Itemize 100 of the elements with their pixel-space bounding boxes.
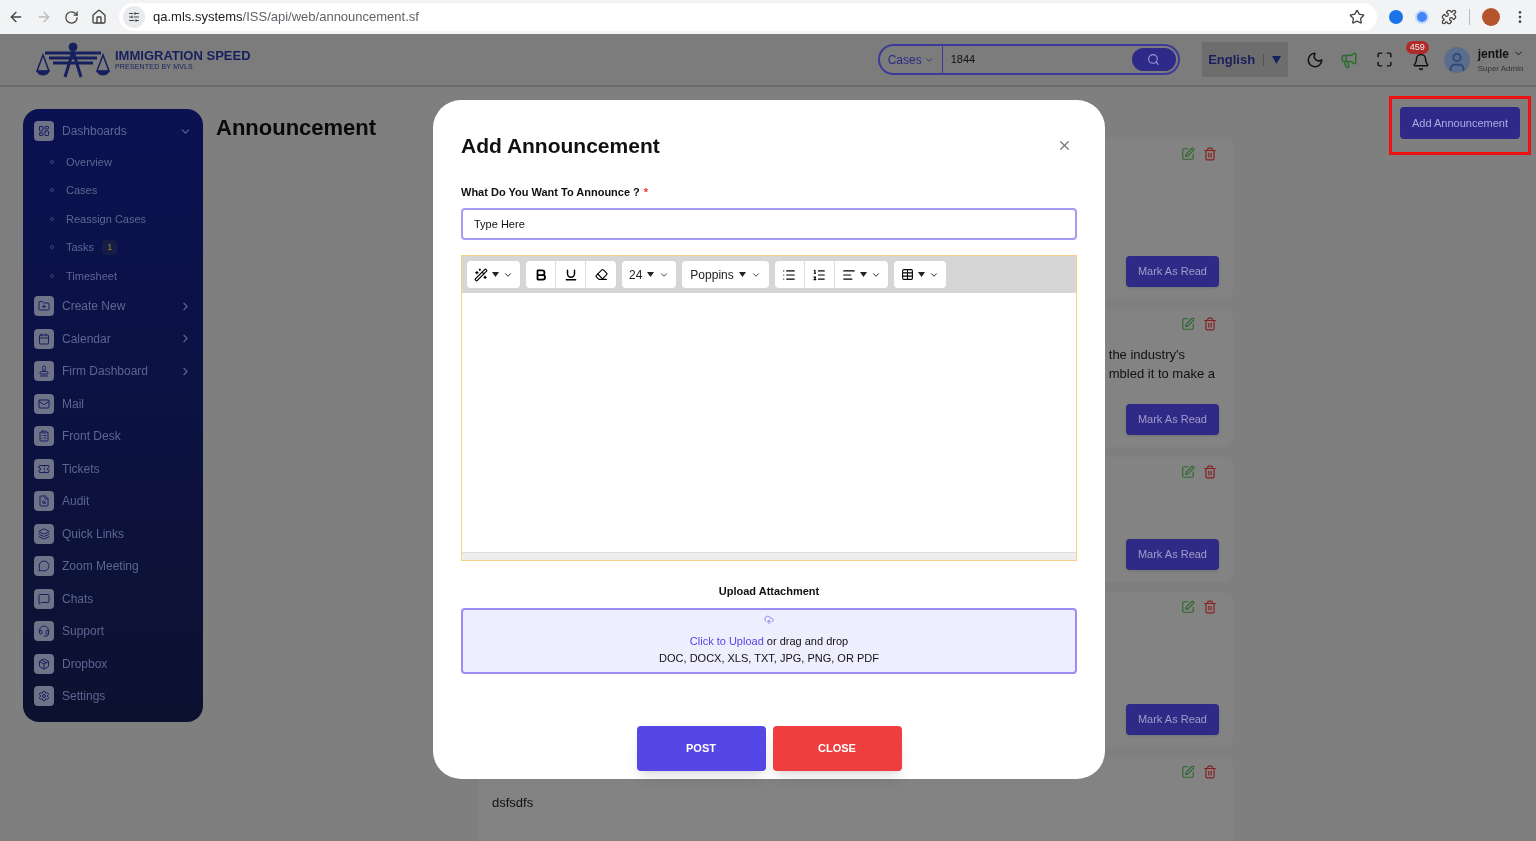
extensions-icon[interactable] bbox=[1441, 9, 1457, 25]
sidebar-icon bbox=[38, 300, 50, 313]
upload-link[interactable]: Click to Upload bbox=[689, 635, 764, 647]
site-settings-icon[interactable] bbox=[128, 11, 140, 23]
extension-icon[interactable] bbox=[1389, 10, 1403, 24]
sidebar-icon bbox=[38, 397, 50, 410]
sidebar-icon bbox=[38, 365, 50, 378]
search-field[interactable]: Cases 1844 bbox=[877, 44, 1180, 75]
dialog-title: Add Announcement bbox=[461, 133, 660, 159]
delete-icon[interactable] bbox=[1203, 465, 1217, 479]
rich-text-editor[interactable]: 24 Poppins bbox=[461, 255, 1077, 561]
sidebar-item[interactable]: Front Desk bbox=[34, 420, 192, 453]
extension-icon[interactable] bbox=[1415, 10, 1429, 24]
delete-icon[interactable] bbox=[1203, 317, 1217, 331]
sidebar-subitem[interactable]: Overview bbox=[34, 147, 192, 176]
underline-icon bbox=[563, 267, 578, 282]
sidebar-item[interactable]: Zoom Meeting bbox=[34, 550, 192, 583]
sidebar-item[interactable]: Create New bbox=[34, 290, 192, 323]
sidebar-subitem[interactable]: Timesheet bbox=[34, 261, 192, 290]
user-role: Super Admin bbox=[1477, 62, 1524, 75]
url-path: /ISS/api/web/announcement.sf bbox=[242, 9, 419, 25]
sidebar-item[interactable]: Dashboards bbox=[34, 115, 192, 148]
sidebar-icon bbox=[38, 527, 50, 540]
sidebar-icon bbox=[38, 560, 50, 573]
caret-icon bbox=[738, 272, 746, 277]
required-mark: * bbox=[643, 184, 649, 200]
sidebar-icon bbox=[38, 462, 50, 475]
sidebar-item[interactable]: Settings bbox=[34, 680, 192, 713]
back-icon[interactable] bbox=[8, 9, 24, 25]
sidebar-item[interactable]: Dropbox bbox=[34, 647, 192, 680]
notification-count: 459 bbox=[1405, 40, 1429, 54]
bullet-list-icon bbox=[782, 267, 797, 282]
language-select[interactable]: English bbox=[1201, 42, 1288, 77]
notification-bell-icon[interactable] bbox=[1411, 52, 1430, 71]
upload-hint: or drag and drop bbox=[766, 635, 849, 647]
sidebar-icon bbox=[38, 592, 50, 605]
announcement-text: the industry's bbox=[1108, 346, 1186, 364]
sidebar-item[interactable]: Support bbox=[34, 615, 192, 648]
bookmark-star-icon[interactable] bbox=[1349, 9, 1365, 25]
sidebar-item[interactable]: Firm Dashboard bbox=[34, 355, 192, 388]
search-icon bbox=[1147, 53, 1161, 66]
numbered-list-icon bbox=[812, 267, 827, 282]
announcement-text: mbled it to make a bbox=[1108, 365, 1215, 383]
sidebar-item[interactable]: Mail bbox=[34, 387, 192, 420]
sidebar-icon bbox=[38, 495, 50, 508]
mark-as-read-button[interactable]: Mark As Read bbox=[1125, 539, 1219, 570]
delete-icon[interactable] bbox=[1203, 765, 1217, 779]
upload-formats: DOC, DOCX, XLS, TXT, JPG, PNG, OR PDF bbox=[659, 650, 879, 666]
mark-as-read-button[interactable]: Mark As Read bbox=[1125, 404, 1219, 435]
sidebar-item[interactable]: Audit bbox=[34, 485, 192, 518]
field-label: What Do You Want To Announce ? bbox=[461, 184, 640, 200]
dark-mode-icon[interactable] bbox=[1305, 50, 1324, 69]
brand-name: IMMIGRATION SPEED bbox=[115, 49, 251, 62]
sidebar-icon bbox=[38, 625, 50, 638]
magic-format-button[interactable] bbox=[474, 267, 513, 282]
mark-as-read-button[interactable]: Mark As Read bbox=[1125, 704, 1219, 735]
sidebar-subitem[interactable]: Cases bbox=[34, 176, 192, 205]
add-announcement-button[interactable]: Add Announcement bbox=[1399, 107, 1520, 139]
sidebar-subitem[interactable]: Tasks 1 bbox=[34, 233, 192, 262]
table-icon bbox=[900, 268, 914, 281]
sidebar-item[interactable]: Chats bbox=[34, 582, 192, 615]
user-name[interactable]: jentle bbox=[1477, 44, 1509, 63]
caret-icon bbox=[647, 272, 655, 277]
sidebar-icon bbox=[38, 657, 50, 670]
caret-icon bbox=[492, 272, 499, 277]
upload-dropzone[interactable]: Click to Upload or drag and drop DOC, DOCX, XLS, TXT, JPG, PNG, OR PDF bbox=[461, 607, 1077, 674]
home-icon[interactable] bbox=[91, 9, 107, 25]
cloud-upload-icon bbox=[764, 615, 774, 625]
fullscreen-icon[interactable] bbox=[1375, 51, 1393, 68]
profile-avatar[interactable] bbox=[1482, 8, 1500, 26]
magic-wand-icon bbox=[474, 267, 488, 282]
task-count-badge: 1 bbox=[102, 239, 118, 255]
delete-icon[interactable] bbox=[1203, 147, 1217, 161]
sidebar-item[interactable]: Tickets bbox=[34, 452, 192, 485]
announcement-input[interactable]: Type Here bbox=[461, 208, 1077, 240]
caret-icon bbox=[859, 272, 867, 277]
scales-eagle-logo-icon bbox=[35, 40, 111, 79]
font-size-select[interactable]: 24 bbox=[622, 261, 677, 288]
address-bar[interactable]: qa.mls.systems/ISS/api/web/announcement.sf bbox=[119, 3, 1377, 31]
caret-icon bbox=[1272, 55, 1282, 64]
post-button[interactable]: POST bbox=[636, 725, 766, 771]
sidebar-subitem[interactable]: Reassign Cases bbox=[34, 204, 192, 233]
font-family-select[interactable]: Poppins bbox=[682, 261, 769, 288]
sidebar-icon bbox=[38, 125, 50, 138]
reload-icon[interactable] bbox=[64, 9, 79, 25]
sidebar-item[interactable]: Quick Links bbox=[34, 517, 192, 550]
delete-icon[interactable] bbox=[1203, 600, 1217, 614]
table-button[interactable] bbox=[893, 261, 946, 288]
sidebar-icon bbox=[38, 430, 50, 443]
eraser-icon bbox=[594, 268, 608, 281]
announcement-text: dsfsdfs bbox=[492, 794, 534, 812]
sidebar-item[interactable]: Calendar bbox=[34, 322, 192, 355]
search-button[interactable] bbox=[1131, 48, 1176, 71]
align-icon bbox=[841, 267, 856, 282]
mark-as-read-button[interactable]: Mark As Read bbox=[1125, 256, 1219, 287]
close-button[interactable]: CLOSE bbox=[772, 725, 902, 771]
sidebar-icon bbox=[38, 332, 50, 345]
url-host: qa.mls.systems bbox=[153, 9, 243, 25]
scope-select[interactable]: Cases bbox=[879, 46, 943, 73]
sidebar-icon bbox=[38, 690, 50, 703]
